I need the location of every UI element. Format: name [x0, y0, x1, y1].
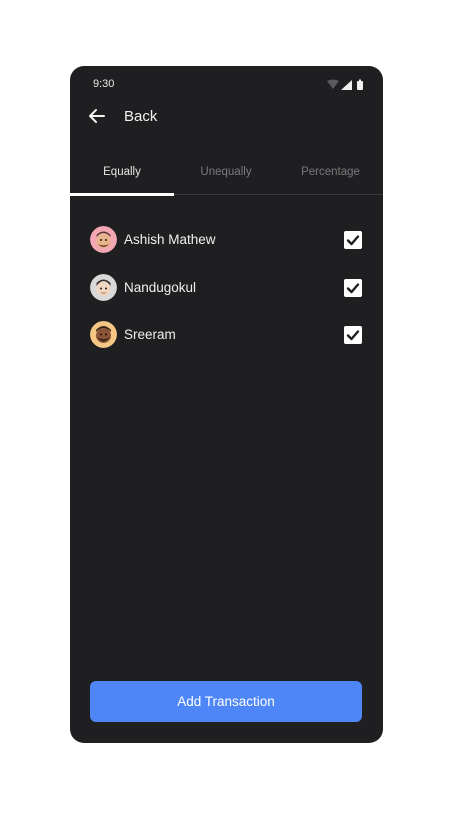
back-arrow-icon[interactable] [88, 108, 106, 124]
list-item[interactable]: Sreeram [70, 321, 383, 351]
phone-screen: 9:30 Back Equally Unequally Percentage A… [70, 66, 383, 743]
memoji-avatar-icon [90, 321, 117, 348]
memoji-avatar-icon [90, 274, 117, 301]
active-tab-indicator [70, 193, 174, 196]
status-bar: 9:30 [70, 66, 383, 102]
battery-icon [357, 81, 363, 90]
member-name: Sreeram [124, 327, 176, 342]
member-checkbox[interactable] [344, 326, 362, 344]
app-bar: Back [70, 102, 383, 132]
tab-percentage[interactable]: Percentage [278, 158, 383, 196]
memoji-avatar-icon [90, 226, 117, 253]
signal-icon [341, 80, 352, 90]
tabs-divider [174, 194, 383, 195]
split-mode-tabs: Equally Unequally Percentage [70, 158, 383, 198]
member-name: Ashish Mathew [124, 232, 216, 247]
list-item[interactable]: Ashish Mathew [70, 226, 383, 256]
status-icons [327, 79, 363, 90]
tab-unequally[interactable]: Unequally [174, 158, 278, 196]
status-time: 9:30 [93, 78, 115, 90]
wifi-icon [327, 79, 339, 89]
member-checkbox[interactable] [344, 279, 362, 297]
member-checkbox[interactable] [344, 231, 362, 249]
back-label[interactable]: Back [124, 108, 157, 125]
list-item[interactable]: Nandugokul [70, 274, 383, 304]
add-transaction-button[interactable]: Add Transaction [90, 681, 362, 722]
member-name: Nandugokul [124, 280, 197, 295]
tab-equally[interactable]: Equally [70, 158, 174, 196]
